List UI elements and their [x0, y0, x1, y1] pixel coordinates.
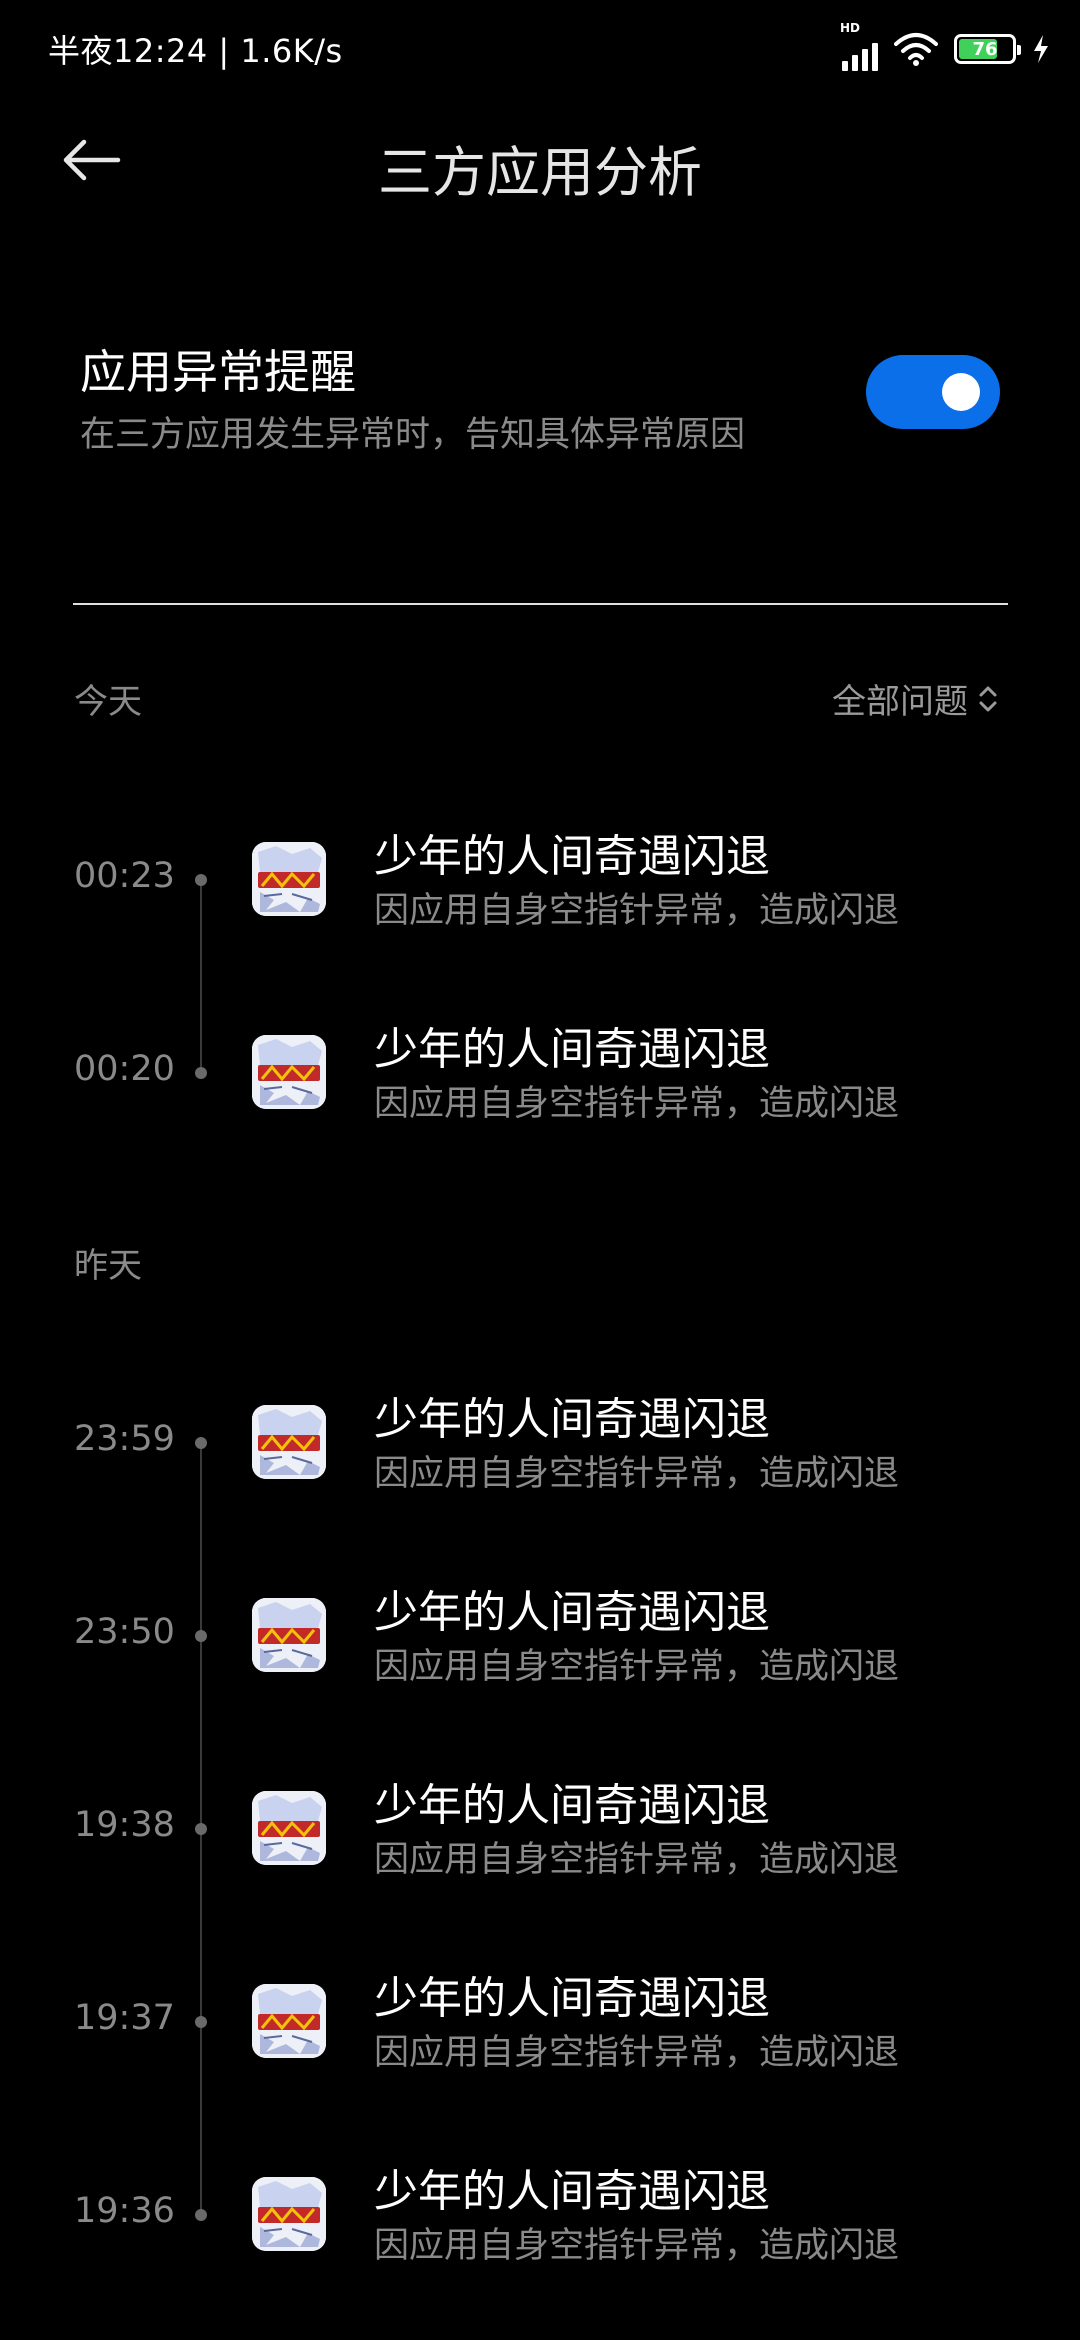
- timeline-dot: [195, 2209, 207, 2221]
- entry-title: 少年的人间奇遇闪退: [374, 831, 770, 882]
- entry-description: 因应用自身空指针异常，造成闪退: [374, 2033, 900, 2073]
- entry-time: 19:36: [74, 2191, 175, 2231]
- crash-entry[interactable]: 00:23 少年的人间奇遇闪退 因应用自身空指针异常，造成闪退: [0, 820, 1080, 940]
- entry-description: 因应用自身空指针异常，造成闪退: [374, 1084, 900, 1124]
- app-icon: [252, 1598, 326, 1672]
- entry-description: 因应用自身空指针异常，造成闪退: [374, 1647, 900, 1687]
- entry-time: 19:37: [74, 1998, 175, 2038]
- charging-icon: [1034, 35, 1048, 63]
- crash-entry[interactable]: 19:36 少年的人间奇遇闪退 因应用自身空指针异常，造成闪退: [0, 2155, 1080, 2275]
- setting-title: 应用异常提醒: [80, 345, 356, 399]
- status-bar: 半夜12:24 | 1.6K/s HD 76: [0, 0, 1080, 100]
- entry-title: 少年的人间奇遇闪退: [374, 1394, 770, 1445]
- entry-title: 少年的人间奇遇闪退: [374, 1587, 770, 1638]
- battery-level: 76: [972, 38, 998, 60]
- app-icon: [252, 1984, 326, 2058]
- page-title: 三方应用分析: [378, 141, 702, 204]
- wifi-icon: [894, 33, 938, 66]
- timeline-dot: [195, 874, 207, 886]
- entry-time: 00:23: [74, 856, 175, 896]
- entry-title: 少年的人间奇遇闪退: [374, 1024, 770, 1075]
- section-label-today: 今天: [74, 682, 142, 722]
- app-icon: [252, 2177, 326, 2251]
- entry-time: 19:38: [74, 1805, 175, 1845]
- divider: [73, 603, 1008, 605]
- app-icon: [252, 1035, 326, 1109]
- crash-entry[interactable]: 23:59 少年的人间奇遇闪退 因应用自身空指针异常，造成闪退: [0, 1383, 1080, 1503]
- sort-updown-icon: [979, 686, 997, 711]
- entry-description: 因应用自身空指针异常，造成闪退: [374, 2226, 900, 2266]
- status-time-speed: 半夜12:24 | 1.6K/s: [48, 32, 343, 70]
- entry-description: 因应用自身空指针异常，造成闪退: [374, 1840, 900, 1880]
- entry-description: 因应用自身空指针异常，造成闪退: [374, 891, 900, 931]
- anomaly-alert-toggle[interactable]: [866, 355, 1000, 429]
- timeline-dot: [195, 1437, 207, 1449]
- crash-entry[interactable]: 19:38 少年的人间奇遇闪退 因应用自身空指针异常，造成闪退: [0, 1769, 1080, 1889]
- signal-icon: HD: [840, 21, 878, 71]
- status-icons: HD 76: [840, 21, 1050, 72]
- entry-time: 00:20: [74, 1049, 175, 1089]
- timeline-dot: [195, 1630, 207, 1642]
- crash-entry[interactable]: 19:37 少年的人间奇遇闪退 因应用自身空指针异常，造成闪退: [0, 1962, 1080, 2082]
- toggle-knob: [942, 373, 980, 411]
- app-icon: [252, 1405, 326, 1479]
- timeline-dot: [195, 1823, 207, 1835]
- entry-description: 因应用自身空指针异常，造成闪退: [374, 1454, 900, 1494]
- section-label-yesterday: 昨天: [74, 1246, 142, 1286]
- crash-entry[interactable]: 00:20 少年的人间奇遇闪退 因应用自身空指针异常，造成闪退: [0, 1013, 1080, 1133]
- entry-title: 少年的人间奇遇闪退: [374, 2166, 770, 2217]
- entry-title: 少年的人间奇遇闪退: [374, 1780, 770, 1831]
- setting-description: 在三方应用发生异常时，告知具体异常原因: [80, 415, 746, 455]
- timeline-dot: [195, 2016, 207, 2028]
- entry-time: 23:50: [74, 1612, 175, 1652]
- filter-label: 全部问题: [832, 682, 968, 722]
- crash-entry[interactable]: 23:50 少年的人间奇遇闪退 因应用自身空指针异常，造成闪退: [0, 1576, 1080, 1696]
- battery-icon: 76: [954, 34, 1021, 64]
- entry-title: 少年的人间奇遇闪退: [374, 1973, 770, 2024]
- app-icon: [252, 1791, 326, 1865]
- app-icon: [252, 842, 326, 916]
- network-badge: HD: [840, 21, 861, 35]
- timeline-dot: [195, 1067, 207, 1079]
- filter-dropdown[interactable]: 全部问题: [832, 674, 1000, 723]
- entry-time: 23:59: [74, 1419, 175, 1459]
